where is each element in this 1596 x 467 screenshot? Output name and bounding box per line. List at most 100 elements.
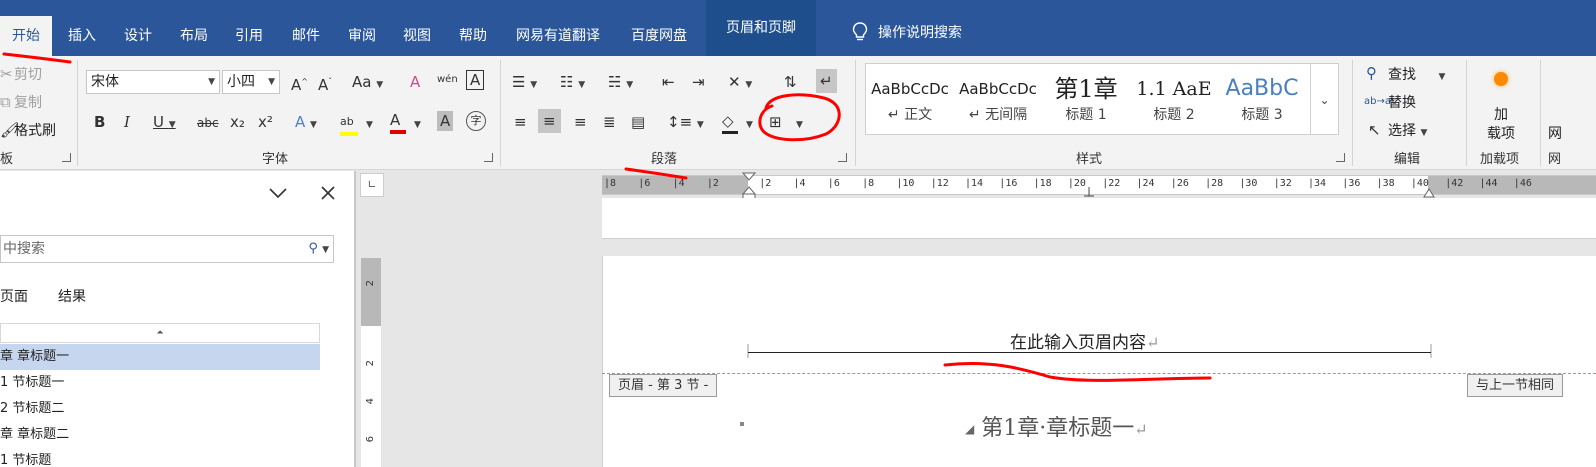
enclose-character-icon[interactable]: 字 bbox=[466, 111, 486, 131]
strikethrough-button[interactable]: abc bbox=[197, 113, 219, 133]
nav-heading-item[interactable]: 章 章标题二 bbox=[0, 422, 320, 448]
select-button[interactable]: 选择 ▼ bbox=[1388, 120, 1427, 140]
italic-button[interactable]: I bbox=[124, 112, 130, 132]
styles-more-button[interactable]: ⌄ bbox=[1310, 63, 1339, 135]
find-button[interactable]: 查找 ▼ bbox=[1388, 64, 1445, 84]
document-heading-1[interactable]: ◢ 第1章·章标题一↵ bbox=[965, 410, 1148, 442]
align-center-icon[interactable]: ≡ bbox=[538, 109, 561, 133]
sort-icon[interactable]: ⇅ bbox=[784, 72, 797, 92]
nav-tab-pages[interactable]: 页面 bbox=[0, 286, 28, 306]
tab-layout[interactable]: 布局 bbox=[180, 24, 208, 48]
chinese-layout-icon[interactable]: ✕ ▼ bbox=[728, 72, 752, 95]
font-launcher[interactable] bbox=[484, 153, 493, 162]
nav-heading-item[interactable]: 章 章标题一 bbox=[0, 344, 320, 370]
font-color-dropdown-icon[interactable]: ▼ bbox=[414, 112, 421, 135]
tab-review[interactable]: 审阅 bbox=[348, 24, 376, 48]
cutoff-button[interactable]: 网 bbox=[1548, 123, 1562, 143]
styles-launcher[interactable] bbox=[1336, 153, 1345, 162]
paragraph-launcher[interactable] bbox=[838, 153, 847, 162]
tab-mailings[interactable]: 邮件 bbox=[292, 24, 320, 48]
highlight-color-icon[interactable]: ab bbox=[340, 110, 358, 136]
copy-button[interactable]: 复制 bbox=[14, 92, 42, 112]
borders-icon[interactable]: ⊞ bbox=[769, 112, 782, 132]
borders-dropdown-icon[interactable]: ▼ bbox=[796, 112, 803, 135]
multilevel-list-icon[interactable]: ☵ ▼ bbox=[608, 72, 633, 95]
ruler-tick: |26 bbox=[1170, 178, 1189, 189]
format-painter-button[interactable]: 格式刷 bbox=[14, 120, 56, 140]
header-content[interactable]: 在此输入页眉内容↵ bbox=[1010, 328, 1159, 353]
collapse-triangle-icon[interactable]: ◢ bbox=[965, 422, 974, 436]
style-no-spacing[interactable]: AaBbCcDc ↵ 无间隔 bbox=[954, 64, 1042, 134]
style-heading-1[interactable]: 第1章 标题 1 bbox=[1042, 64, 1130, 134]
tell-me-search[interactable]: 操作说明搜索 bbox=[852, 22, 962, 42]
shading-icon[interactable]: ◇ bbox=[722, 111, 738, 134]
tab-help[interactable]: 帮助 bbox=[459, 24, 487, 48]
align-left-icon[interactable]: ≡ bbox=[514, 112, 527, 132]
highlight-dropdown-icon[interactable]: ▼ bbox=[366, 112, 373, 135]
justify-icon[interactable]: ≣ bbox=[603, 112, 616, 132]
text-effects-icon[interactable]: A ▼ bbox=[295, 112, 317, 135]
tab-insert[interactable]: 插入 bbox=[68, 24, 96, 48]
decrease-indent-icon[interactable]: ⇤ bbox=[662, 72, 675, 92]
pane-options-chevron-icon[interactable] bbox=[268, 185, 288, 204]
character-shading-icon[interactable]: A bbox=[437, 111, 454, 131]
style-name: 标题 1 bbox=[1065, 107, 1107, 123]
collapse-all-bar[interactable]: ⏶ bbox=[0, 323, 320, 343]
paragraph-mark-icon: ↵ bbox=[1134, 420, 1148, 439]
phonetic-guide-icon[interactable]: wén bbox=[437, 70, 458, 90]
tab-references[interactable]: 引用 bbox=[235, 24, 263, 48]
bold-button[interactable]: B bbox=[94, 112, 105, 132]
font-color-icon[interactable]: A bbox=[390, 110, 406, 134]
search-icon[interactable]: ⚲ ▼ bbox=[308, 236, 329, 263]
previous-page bbox=[602, 198, 1596, 239]
tab-baidu-netdisk[interactable]: 百度网盘 bbox=[631, 24, 687, 48]
clipboard-launcher[interactable] bbox=[62, 153, 71, 162]
nav-heading-item[interactable]: 1 节标题一 bbox=[0, 370, 320, 396]
shading-dropdown-icon[interactable]: ▼ bbox=[746, 112, 753, 135]
tab-youdao-translate[interactable]: 网易有道翻译 bbox=[516, 24, 600, 48]
style-name: ↵ 无间隔 bbox=[968, 107, 1028, 123]
cut-button[interactable]: 剪切 bbox=[14, 64, 42, 84]
ruler-tick: |38 bbox=[1376, 178, 1395, 189]
tab-stop-selector[interactable]: ∟ bbox=[360, 173, 384, 197]
clear-formatting-icon[interactable]: A bbox=[410, 72, 420, 92]
tab-home[interactable]: 开始 bbox=[0, 16, 52, 56]
tab-design[interactable]: 设计 bbox=[124, 24, 152, 48]
superscript-button[interactable]: x² bbox=[258, 112, 273, 132]
change-case-button[interactable]: Aa ▼ bbox=[352, 72, 383, 95]
nav-tab-results[interactable]: 结果 bbox=[58, 286, 86, 306]
close-icon[interactable] bbox=[320, 185, 336, 205]
line-spacing-icon[interactable]: ↕≡ ▼ bbox=[667, 112, 704, 135]
navigation-search-input[interactable]: 中搜索 ⚲ ▼ bbox=[0, 235, 334, 263]
clipboard-group-label: 板 bbox=[0, 152, 14, 167]
shrink-font-icon[interactable]: Aˇ bbox=[318, 72, 332, 95]
ruler-tick: |10 bbox=[896, 178, 915, 189]
font-name-combo[interactable]: 宋体 ▼ bbox=[86, 70, 220, 94]
style-heading-2[interactable]: 1.1 AaE 标题 2 bbox=[1130, 64, 1218, 134]
nav-heading-item[interactable]: 1 节标题 bbox=[0, 448, 320, 467]
select-cursor-icon: ↖ bbox=[1368, 121, 1381, 139]
align-right-icon[interactable]: ≡ bbox=[574, 112, 587, 132]
replace-button[interactable]: 替换 bbox=[1388, 92, 1416, 112]
group-separator bbox=[1466, 60, 1467, 166]
vertical-ruler[interactable]: 2 2 4 6 bbox=[361, 258, 381, 467]
tab-view[interactable]: 视图 bbox=[403, 24, 431, 48]
style-preview: 1.1 AaE bbox=[1136, 78, 1212, 100]
show-marks-icon[interactable]: ↵ bbox=[816, 69, 837, 93]
increase-indent-icon[interactable]: ⇥ bbox=[692, 72, 705, 92]
nav-heading-item[interactable]: 2 节标题二 bbox=[0, 396, 320, 422]
pane-splitter[interactable] bbox=[354, 171, 356, 467]
addin-button-line2[interactable]: 载项 bbox=[1487, 123, 1515, 143]
tab-header-footer[interactable]: 页眉和页脚 bbox=[706, 0, 816, 56]
underline-button[interactable]: U ▼ bbox=[153, 112, 176, 135]
font-size-combo[interactable]: 小四 ▼ bbox=[222, 70, 280, 94]
distributed-icon[interactable]: ▤ bbox=[631, 112, 645, 132]
character-border-icon[interactable]: A bbox=[466, 70, 485, 90]
bullets-icon[interactable]: ☰ ▼ bbox=[512, 72, 537, 95]
numbering-icon[interactable]: ☷ ▼ bbox=[560, 72, 585, 95]
grow-font-icon[interactable]: A^ bbox=[291, 72, 308, 95]
subscript-button[interactable]: x₂ bbox=[230, 112, 245, 132]
style-normal[interactable]: AaBbCcDc ↵ 正文 bbox=[866, 64, 954, 134]
style-heading-3[interactable]: AaBbC 标题 3 bbox=[1218, 64, 1306, 134]
addin-button-line1[interactable]: 加 bbox=[1494, 104, 1508, 124]
